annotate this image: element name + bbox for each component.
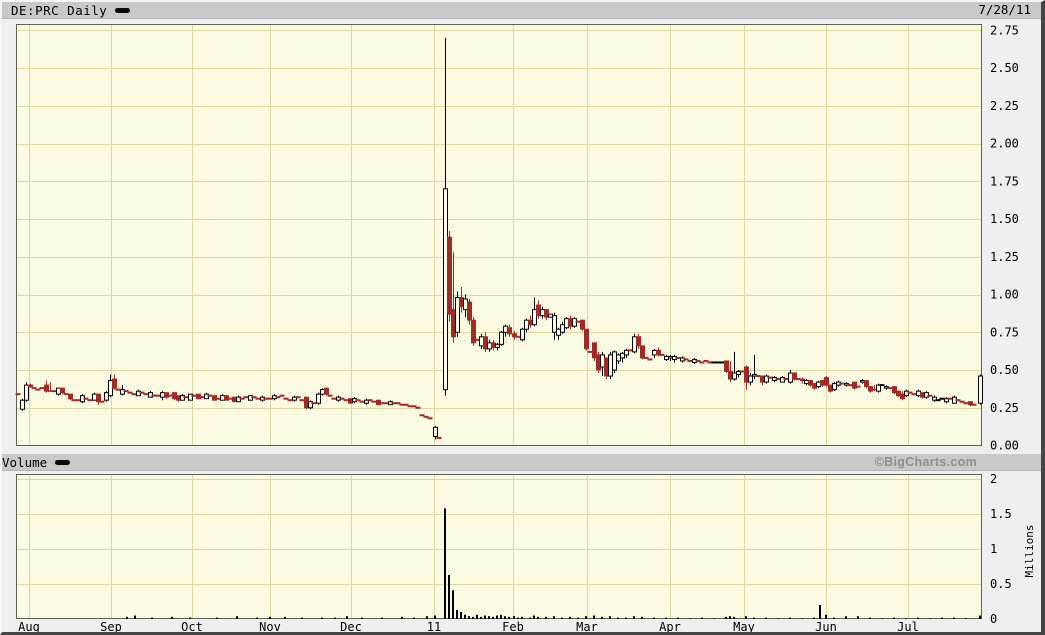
volume-axis-labels: 0 0.5 1 1.5 2 Millions — [990, 472, 1036, 626]
bigcharts-window: DE:PRC Daily 7/28/11 Volume ©BigCharts.c… — [0, 0, 1045, 635]
svg-text:1: 1 — [990, 542, 997, 556]
svg-text:1.5: 1.5 — [990, 507, 1012, 521]
svg-text:Jul: Jul — [897, 620, 919, 634]
svg-text:May: May — [733, 620, 755, 634]
svg-text:0.5: 0.5 — [990, 577, 1012, 591]
svg-text:Feb: Feb — [502, 620, 524, 634]
svg-text:2.75: 2.75 — [990, 23, 1019, 37]
svg-text:2.50: 2.50 — [990, 61, 1019, 75]
svg-text:2.00: 2.00 — [990, 137, 1019, 151]
svg-text:2: 2 — [990, 472, 997, 486]
date-axis-labels: Aug Sep Oct Nov Dec 11 Feb Mar Apr May Jun Jul — [18, 620, 919, 634]
chart-canvas: 0.000.250.500.751.001.251.501.752.002.25… — [2, 2, 1045, 635]
svg-text:1.75: 1.75 — [990, 174, 1019, 188]
svg-text:Nov: Nov — [259, 620, 281, 634]
svg-text:0.25: 0.25 — [990, 401, 1019, 415]
volume-unit-label: Millions — [1023, 525, 1036, 578]
price-axis-labels: 0.00 0.25 0.50 0.75 1.00 1.25 1.50 1.75 2.00 2.25… — [990, 23, 1019, 452]
svg-text:Dec: Dec — [340, 620, 362, 634]
svg-text:0: 0 — [990, 612, 997, 626]
svg-text:1.50: 1.50 — [990, 212, 1019, 226]
svg-text:0.00: 0.00 — [990, 439, 1019, 453]
svg-text:0.75: 0.75 — [990, 325, 1019, 339]
svg-text:Aug: Aug — [18, 620, 40, 634]
svg-text:Sep: Sep — [100, 620, 122, 634]
svg-text:0.50: 0.50 — [990, 363, 1019, 377]
svg-text:1.25: 1.25 — [990, 250, 1019, 264]
svg-text:2.25: 2.25 — [990, 99, 1019, 113]
svg-text:Mar: Mar — [576, 620, 598, 634]
svg-text:Apr: Apr — [659, 620, 681, 634]
svg-text:Jun: Jun — [815, 620, 837, 634]
svg-text:1.00: 1.00 — [990, 288, 1019, 302]
svg-text:Oct: Oct — [181, 620, 203, 634]
svg-text:11: 11 — [427, 620, 441, 634]
